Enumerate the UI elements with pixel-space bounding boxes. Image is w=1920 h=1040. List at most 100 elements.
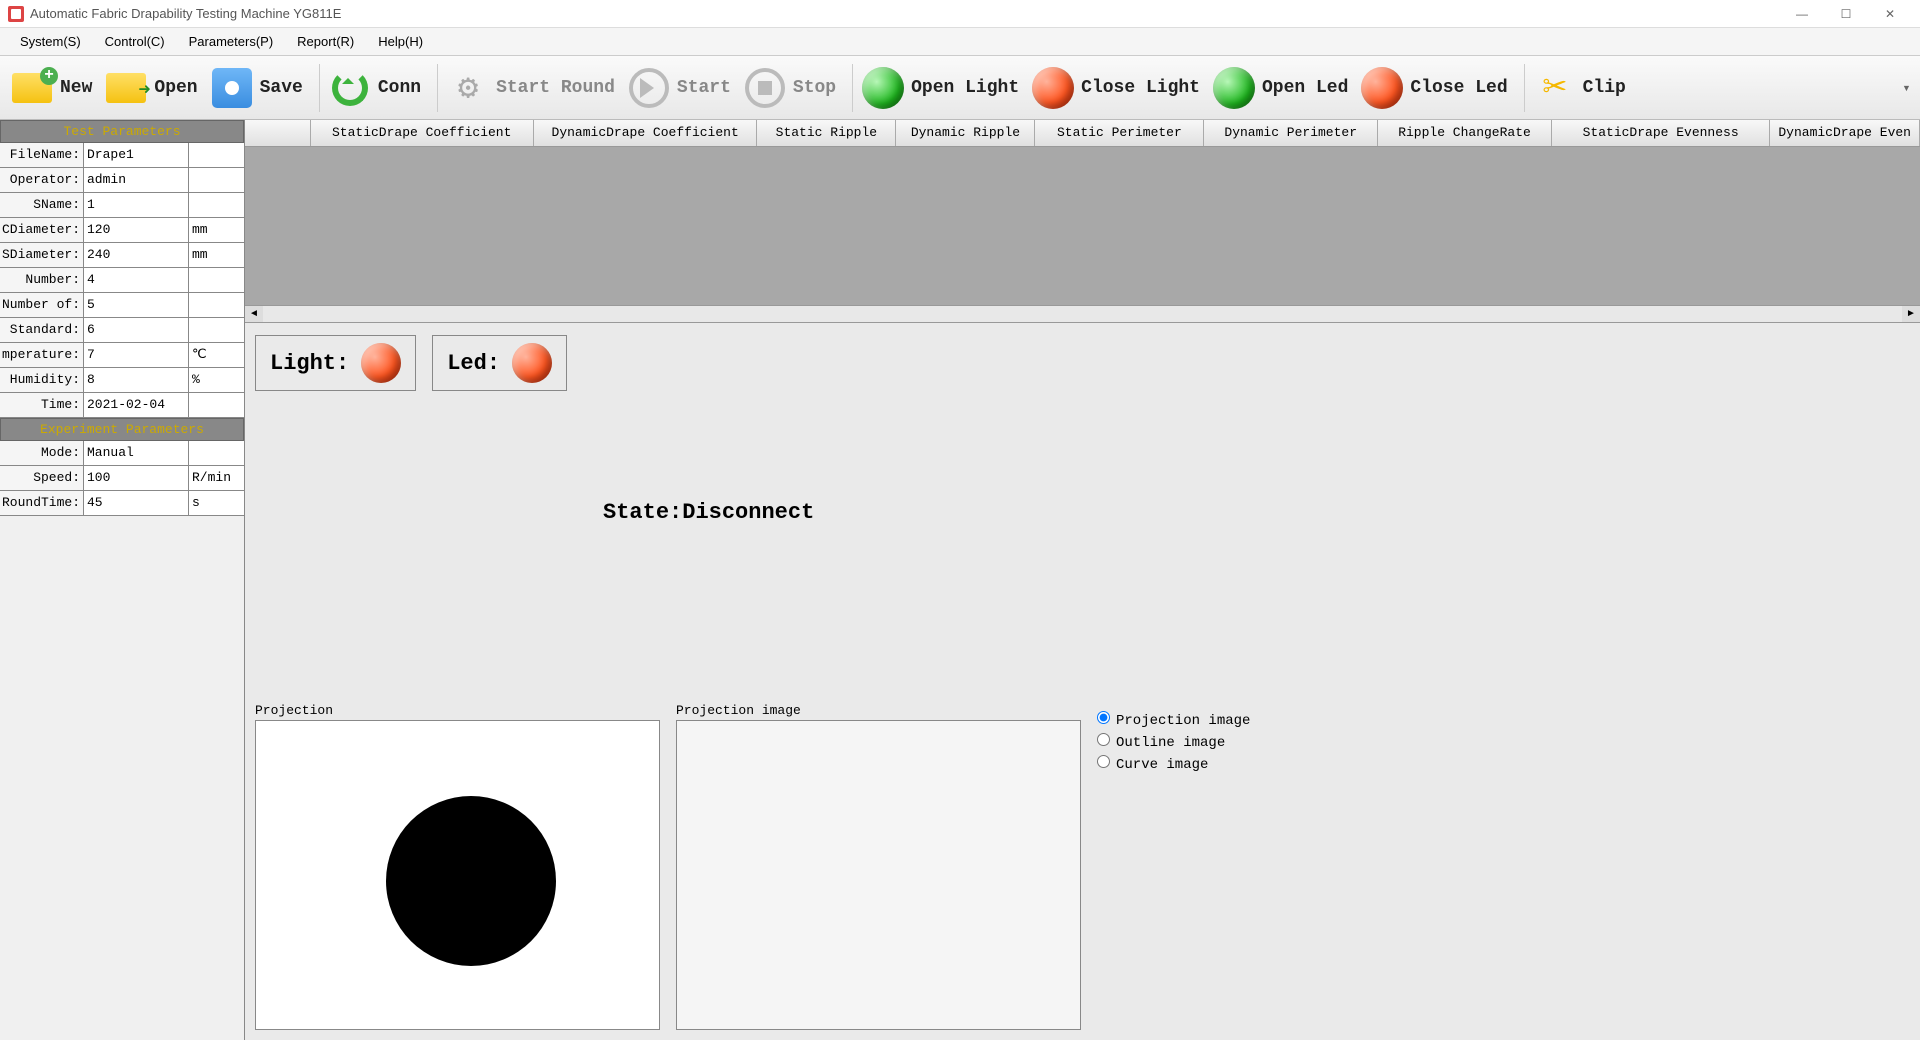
open-led-button[interactable]: Open Led xyxy=(1210,64,1348,112)
row-numberof: Number of:5 xyxy=(0,293,244,318)
col-static-ripple[interactable]: Static Ripple xyxy=(757,120,896,146)
new-label: New xyxy=(60,78,92,98)
row-header-blank xyxy=(245,120,311,146)
open-led-label: Open Led xyxy=(1262,78,1348,98)
col-dynamic-ripple[interactable]: Dynamic Ripple xyxy=(896,120,1035,146)
filename-value[interactable]: Drape1 xyxy=(84,143,189,167)
projection-image-canvas xyxy=(676,720,1081,1030)
light-status-bulb-icon xyxy=(361,343,401,383)
roundtime-label: RoundTime: xyxy=(0,491,84,515)
projection-title: Projection xyxy=(255,701,660,720)
standard-value[interactable]: 6 xyxy=(84,318,189,342)
close-button[interactable]: ✕ xyxy=(1868,0,1912,28)
scroll-right-arrow[interactable]: ► xyxy=(1902,306,1920,322)
row-humidity: Humidity:8% xyxy=(0,368,244,393)
close-light-button[interactable]: Close Light xyxy=(1029,64,1200,112)
stop-button[interactable]: Stop xyxy=(741,64,836,112)
roundtime-value[interactable]: 45 xyxy=(84,491,189,515)
row-roundtime: RoundTime:45s xyxy=(0,491,244,516)
cdiameter-value[interactable]: 120 xyxy=(84,218,189,242)
connection-state: State:Disconnect xyxy=(603,500,814,525)
operator-unit xyxy=(189,168,244,192)
conn-button[interactable]: Conn xyxy=(326,64,421,112)
numberof-value[interactable]: 5 xyxy=(84,293,189,317)
speed-value[interactable]: 100 xyxy=(84,466,189,490)
start-button[interactable]: Start xyxy=(625,64,731,112)
new-folder-icon: + xyxy=(8,64,56,112)
menu-system[interactable]: System(S) xyxy=(8,30,93,53)
gear-icon: ⚙ xyxy=(444,64,492,112)
menu-help[interactable]: Help(H) xyxy=(366,30,435,53)
menu-control[interactable]: Control(C) xyxy=(93,30,177,53)
save-button[interactable]: Save xyxy=(208,64,303,112)
sname-label: SName: xyxy=(0,193,84,217)
col-dynamic-perimeter[interactable]: Dynamic Perimeter xyxy=(1204,120,1378,146)
number-unit xyxy=(189,268,244,292)
maximize-button[interactable]: ☐ xyxy=(1824,0,1868,28)
horizontal-scrollbar[interactable]: ◄ ► xyxy=(245,305,1920,323)
clip-label: Clip xyxy=(1583,78,1626,98)
speed-unit: R/min xyxy=(189,466,244,490)
content-area: StaticDrape Coefficient DynamicDrape Coe… xyxy=(245,120,1920,1040)
image-mode-radios: Projection image Outline image Curve ima… xyxy=(1097,701,1250,1030)
results-header: StaticDrape Coefficient DynamicDrape Coe… xyxy=(245,120,1920,147)
scroll-left-arrow[interactable]: ◄ xyxy=(245,306,263,322)
menu-report[interactable]: Report(R) xyxy=(285,30,366,53)
save-disk-icon xyxy=(208,64,256,112)
clip-button[interactable]: ✂ Clip xyxy=(1531,64,1626,112)
new-button[interactable]: + New xyxy=(8,64,92,112)
radio-projection-input[interactable] xyxy=(1097,711,1110,724)
close-led-label: Close Led xyxy=(1410,78,1507,98)
operator-value[interactable]: admin xyxy=(84,168,189,192)
col-dynamic-drape-coef[interactable]: DynamicDrape Coefficient xyxy=(534,120,757,146)
start-label: Start xyxy=(677,78,731,98)
results-body xyxy=(245,147,1920,305)
col-static-drape-coef[interactable]: StaticDrape Coefficient xyxy=(311,120,534,146)
col-dynamic-drape-evenness[interactable]: DynamicDrape Even xyxy=(1770,120,1920,146)
minimize-button[interactable]: — xyxy=(1780,0,1824,28)
col-ripple-change-rate[interactable]: Ripple ChangeRate xyxy=(1378,120,1552,146)
radio-projection-image[interactable]: Projection image xyxy=(1097,711,1250,729)
open-light-button[interactable]: Open Light xyxy=(859,64,1019,112)
time-value[interactable]: 2021-02-04 xyxy=(84,393,189,417)
time-label: Time: xyxy=(0,393,84,417)
sdiameter-value[interactable]: 240 xyxy=(84,243,189,267)
numberof-label: Number of: xyxy=(0,293,84,317)
sname-value[interactable]: 1 xyxy=(84,193,189,217)
col-static-perimeter[interactable]: Static Perimeter xyxy=(1035,120,1204,146)
projection-image-title: Projection image xyxy=(676,701,1081,720)
led-status-box: Led: xyxy=(432,335,567,391)
temperature-value[interactable]: 7 xyxy=(84,343,189,367)
number-value[interactable]: 4 xyxy=(84,268,189,292)
radio-curve-label: Curve image xyxy=(1116,757,1208,773)
row-standard: Standard:6 xyxy=(0,318,244,343)
play-icon xyxy=(625,64,673,112)
menubar: System(S) Control(C) Parameters(P) Repor… xyxy=(0,28,1920,56)
row-number: Number:4 xyxy=(0,268,244,293)
green-bulb-icon xyxy=(859,64,907,112)
row-mode: Mode:Manual xyxy=(0,441,244,466)
radio-outline-input[interactable] xyxy=(1097,733,1110,746)
mode-value[interactable]: Manual xyxy=(84,441,189,465)
row-temperature: mperature:7℃ xyxy=(0,343,244,368)
radio-curve-image[interactable]: Curve image xyxy=(1097,755,1250,773)
row-sdiameter: SDiameter:240mm xyxy=(0,243,244,268)
toolbar-overflow[interactable]: ▼ xyxy=(1902,83,1912,93)
menu-parameters[interactable]: Parameters(P) xyxy=(177,30,286,53)
number-label: Number: xyxy=(0,268,84,292)
experiment-parameters-header: Experiment Parameters xyxy=(0,418,244,441)
open-button[interactable]: ➜ Open xyxy=(102,64,197,112)
radio-curve-input[interactable] xyxy=(1097,755,1110,768)
open-folder-icon: ➜ xyxy=(102,64,150,112)
numberof-unit xyxy=(189,293,244,317)
radio-outline-image[interactable]: Outline image xyxy=(1097,733,1250,751)
radio-outline-label: Outline image xyxy=(1116,735,1225,751)
scissor-icon: ✂ xyxy=(1531,64,1579,112)
humidity-value[interactable]: 8 xyxy=(84,368,189,392)
col-static-drape-evenness[interactable]: StaticDrape Evenness xyxy=(1552,120,1770,146)
lower-panels: Projection Projection image Projection i… xyxy=(245,701,1920,1040)
start-round-button[interactable]: ⚙ Start Round xyxy=(444,64,615,112)
cdiameter-label: CDiameter: xyxy=(0,218,84,242)
close-led-button[interactable]: Close Led xyxy=(1358,64,1507,112)
titlebar: Automatic Fabric Drapability Testing Mac… xyxy=(0,0,1920,28)
